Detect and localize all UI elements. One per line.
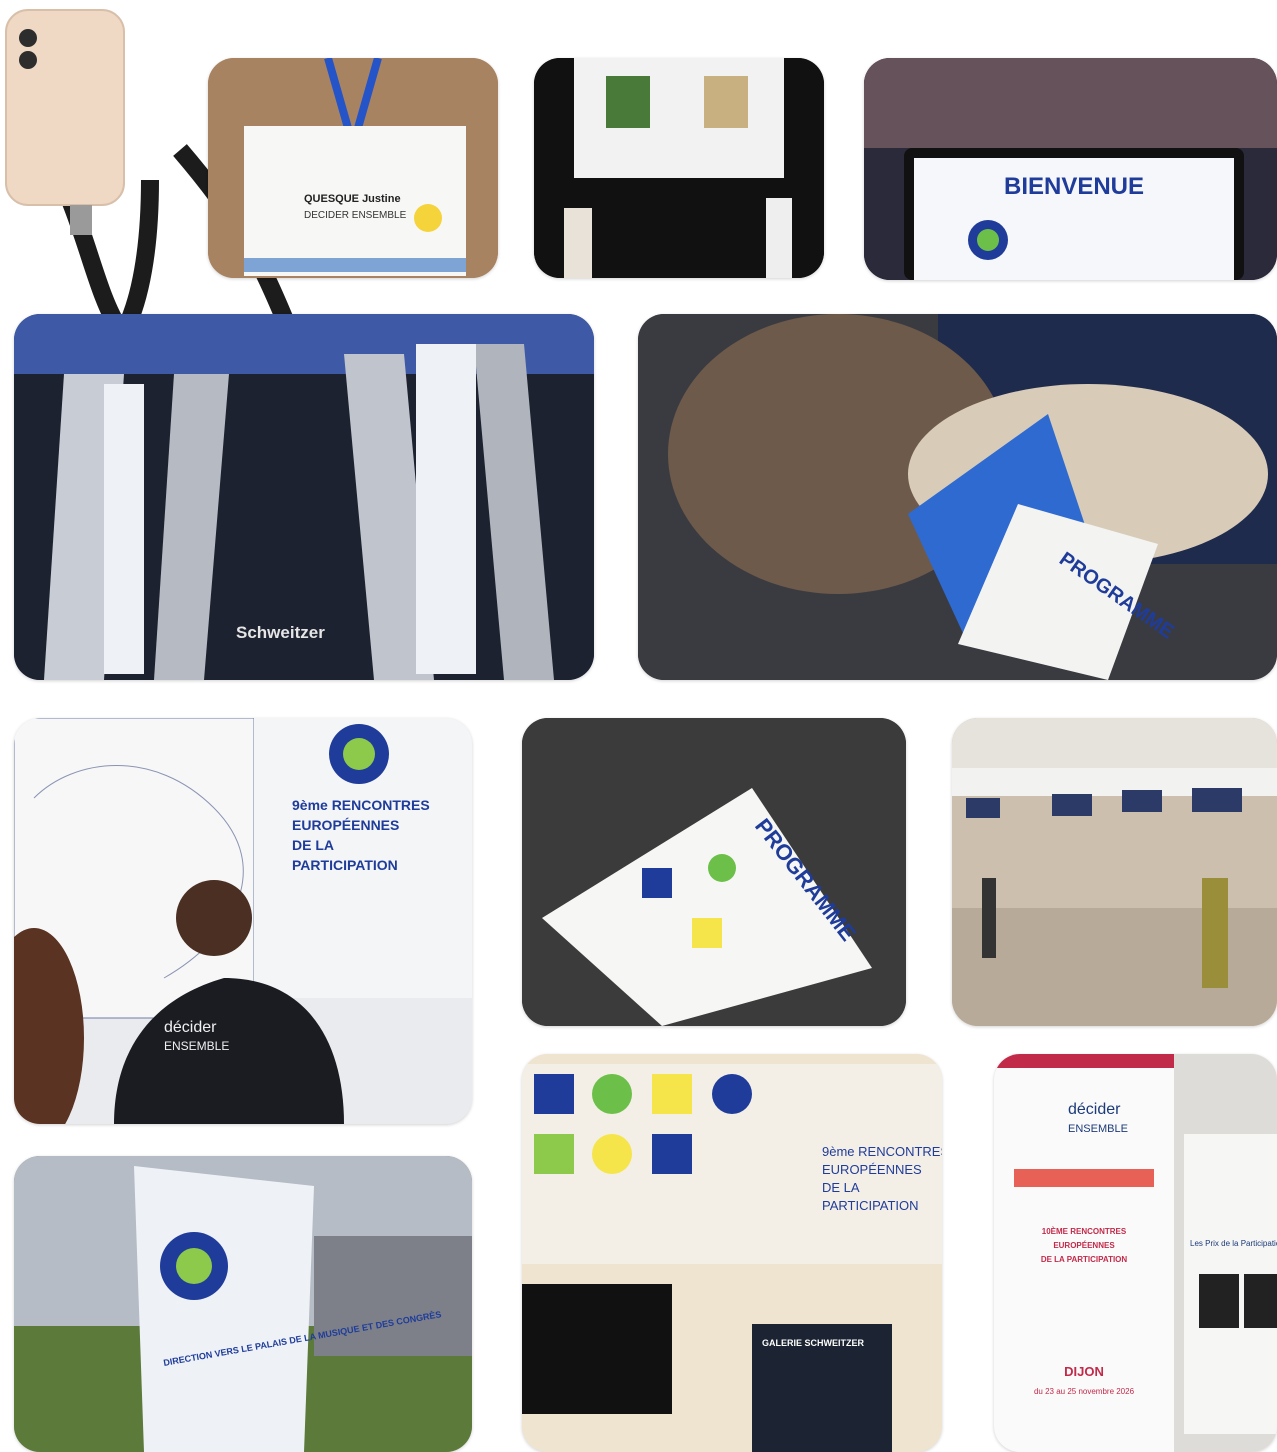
rollup-next-line2: EUROPÉENNES — [1053, 1241, 1115, 1250]
map-board-line2: EUROPÉENNES — [292, 817, 399, 833]
rollup-next-line3: DE LA PARTICIPATION — [1041, 1255, 1128, 1264]
rollup-brand-top: décider — [1068, 1101, 1121, 1118]
conference-hall-photo — [952, 718, 1277, 1026]
gallery-wall-photo: 9ème RENCONTRES EUROPÉENNES DE LA PARTIC… — [522, 1054, 942, 1452]
badge-photo: QUESQUE Justine DECIDER ENSEMBLE — [208, 58, 498, 278]
rollup-dates: du 23 au 25 novembre 2026 — [1034, 1387, 1135, 1396]
hoodie-brand-bottom: ENSEMBLE — [164, 1039, 229, 1053]
programme-booklet-photo: PROGRAMME — [522, 718, 906, 1026]
building-facade-photo: Schweitzer — [14, 314, 594, 680]
phone-program-photo: PROGRAMME — [638, 314, 1277, 680]
map-board-line3: DE LA — [292, 837, 334, 853]
gallery-screen-title: GALERIE SCHWEITZER — [762, 1338, 865, 1348]
conference-screen-photo — [534, 58, 824, 278]
map-board-photo: 9ème RENCONTRES EUROPÉENNES DE LA PARTIC… — [14, 718, 472, 1124]
rollup-next-line1: 10ÈME RENCONTRES — [1042, 1227, 1127, 1236]
bienvenue-screen-photo: BIENVENUE — [864, 58, 1277, 280]
gallery-line1: 9ème RENCONTRES — [822, 1144, 942, 1159]
map-board-line4: PARTICIPATION — [292, 857, 398, 873]
badge-org: DECIDER ENSEMBLE — [304, 210, 407, 221]
map-board-line1: 9ème RENCONTRES — [292, 797, 430, 813]
prix-label: Les Prix de la Participation — [1190, 1239, 1277, 1248]
rollup-brand-bottom: ENSEMBLE — [1068, 1123, 1128, 1135]
outdoor-sign-photo: DIRECTION VERS LE PALAIS DE LA MUSIQUE E… — [14, 1156, 472, 1452]
gallery-line4: PARTICIPATION — [822, 1198, 919, 1213]
hoodie-brand-top: décider — [164, 1019, 217, 1036]
badge-name: QUESQUE Justine — [304, 193, 401, 205]
gallery-line3: DE LA — [822, 1180, 860, 1195]
venue-sign: Schweitzer — [236, 623, 325, 642]
rollup-city: DIJON — [1064, 1364, 1104, 1379]
welcome-text: BIENVENUE — [1004, 173, 1144, 200]
rollup-banner-photo: décider ENSEMBLE 10ÈME RENCONTRES EUROPÉ… — [994, 1054, 1277, 1452]
gallery-line2: EUROPÉENNES — [822, 1162, 922, 1177]
